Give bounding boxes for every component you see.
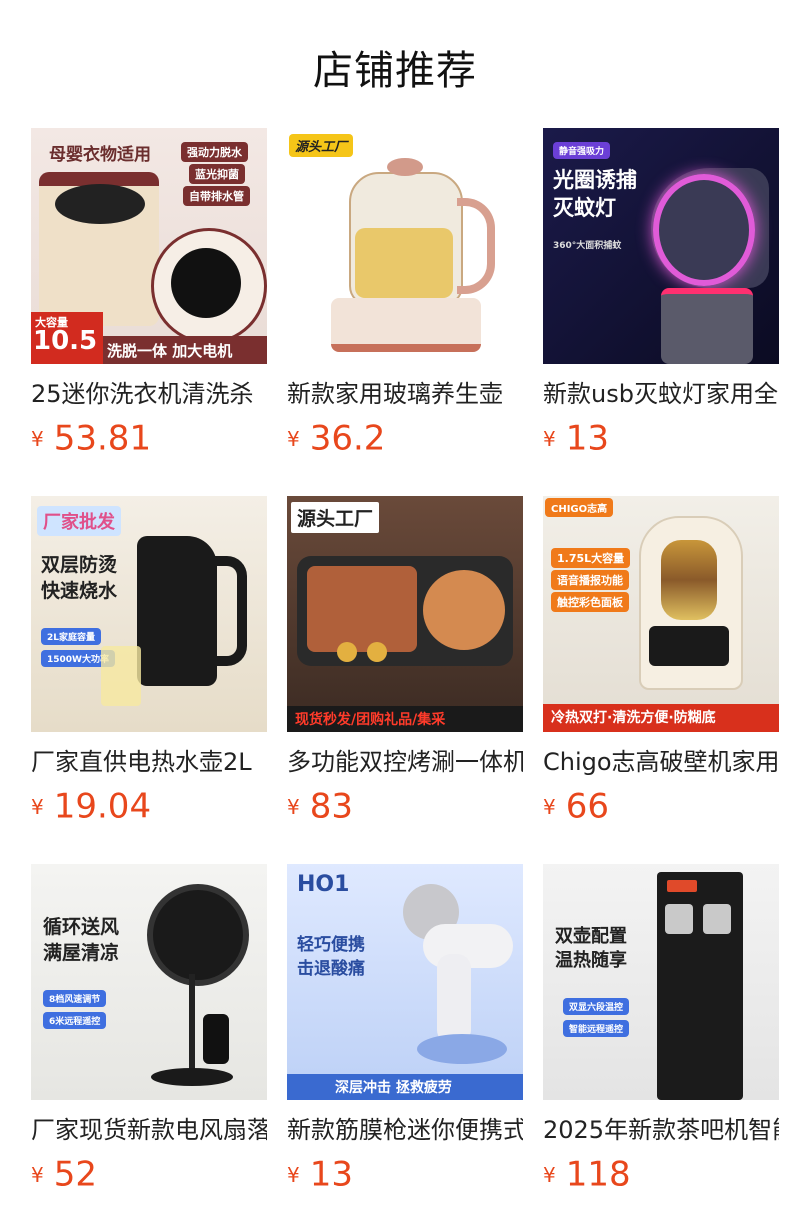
product-card[interactable]: CHIGO志高 1.75L大容量 语音播报功能 触控彩色面板 冷热双打·清洗方便… [543, 496, 779, 827]
price-value: 13 [565, 418, 609, 459]
price-value: 13 [309, 1154, 353, 1195]
price-value: 52 [53, 1154, 97, 1195]
product-image[interactable]: 厂家批发 双层防烫 快速烧水 2L家庭容量 1500W大功率 [31, 496, 267, 732]
product-card[interactable]: HO1 轻巧便携 击退酸痛 深层冲击 拯救疲劳 新款筋膜枪迷你便携式 ¥13 [287, 864, 523, 1195]
product-name[interactable]: Chigo志高破壁机家用 [543, 746, 779, 778]
product-name[interactable]: 2025年新款茶吧机智能 [543, 1114, 779, 1146]
product-name[interactable]: 厂家直供电热水壶2L [31, 746, 267, 778]
product-price: ¥52 [31, 1154, 267, 1195]
currency-symbol: ¥ [543, 794, 556, 819]
currency-symbol: ¥ [287, 426, 300, 451]
product-name[interactable]: 25迷你洗衣机清洗杀 [31, 378, 267, 410]
section-title: 店铺推荐 [313, 48, 477, 94]
product-price: ¥13 [287, 1154, 523, 1195]
product-price: ¥19.04 [31, 786, 267, 827]
currency-symbol: ¥ [287, 1162, 300, 1187]
product-card[interactable]: 源头工厂 新款家用玻璃养生壶 ¥36.2 [287, 128, 523, 459]
price-value: 118 [565, 1154, 631, 1195]
product-price: ¥83 [287, 786, 523, 827]
currency-symbol: ¥ [287, 794, 300, 819]
currency-symbol: ¥ [31, 1162, 44, 1187]
product-price: ¥13 [543, 418, 779, 459]
product-name[interactable]: 新款筋膜枪迷你便携式 [287, 1114, 523, 1146]
price-value: 53.81 [53, 418, 152, 459]
price-value: 83 [309, 786, 353, 827]
product-name[interactable]: 多功能双控烤涮一体机 [287, 746, 523, 778]
currency-symbol: ¥ [543, 1162, 556, 1187]
product-image[interactable]: 母婴衣物适用 强动力脱水 蓝光抑菌 自带排水管 大容量 10.5 洗脱一体 加大… [31, 128, 267, 364]
product-price: ¥36.2 [287, 418, 523, 459]
product-image[interactable]: HO1 轻巧便携 击退酸痛 深层冲击 拯救疲劳 [287, 864, 523, 1100]
product-name[interactable]: 厂家现货新款电风扇落 [31, 1114, 267, 1146]
product-image[interactable]: 静音强吸力 光圈诱捕 灭蚊灯 360°大面积捕蚊 [543, 128, 779, 364]
product-card[interactable]: 循环送风 满屋清凉 8档风速调节 6米远程遥控 厂家现货新款电风扇落 ¥52 [31, 864, 267, 1195]
product-name[interactable]: 新款usb灭蚊灯家用全 [543, 378, 779, 410]
product-name[interactable]: 新款家用玻璃养生壶 [287, 378, 523, 410]
product-grid: 母婴衣物适用 强动力脱水 蓝光抑菌 自带排水管 大容量 10.5 洗脱一体 加大… [31, 128, 790, 1208]
currency-symbol: ¥ [31, 794, 44, 819]
product-card[interactable]: 双壶配置 温热随享 双显六段温控 智能远程遥控 2025年新款茶吧机智能 ¥11… [543, 864, 779, 1195]
product-card[interactable]: 母婴衣物适用 强动力脱水 蓝光抑菌 自带排水管 大容量 10.5 洗脱一体 加大… [31, 128, 267, 459]
product-image[interactable]: 源头工厂 [287, 128, 523, 364]
product-image[interactable]: 循环送风 满屋清凉 8档风速调节 6米远程遥控 [31, 864, 267, 1100]
product-card[interactable]: 源头工厂 现货秒发/团购礼品/集采 多功能双控烤涮一体机 ¥83 [287, 496, 523, 827]
product-card[interactable]: 静音强吸力 光圈诱捕 灭蚊灯 360°大面积捕蚊 新款usb灭蚊灯家用全 ¥13 [543, 128, 779, 459]
product-image[interactable]: 源头工厂 现货秒发/团购礼品/集采 [287, 496, 523, 732]
price-value: 19.04 [53, 786, 152, 827]
product-price: ¥53.81 [31, 418, 267, 459]
product-image[interactable]: CHIGO志高 1.75L大容量 语音播报功能 触控彩色面板 冷热双打·清洗方便… [543, 496, 779, 732]
currency-symbol: ¥ [543, 426, 556, 451]
currency-symbol: ¥ [31, 426, 44, 451]
price-value: 66 [565, 786, 609, 827]
product-price: ¥118 [543, 1154, 779, 1195]
price-value: 36.2 [309, 418, 386, 459]
product-price: ¥66 [543, 786, 779, 827]
product-image[interactable]: 双壶配置 温热随享 双显六段温控 智能远程遥控 [543, 864, 779, 1100]
product-card[interactable]: 厂家批发 双层防烫 快速烧水 2L家庭容量 1500W大功率 厂家直供电热水壶2… [31, 496, 267, 827]
